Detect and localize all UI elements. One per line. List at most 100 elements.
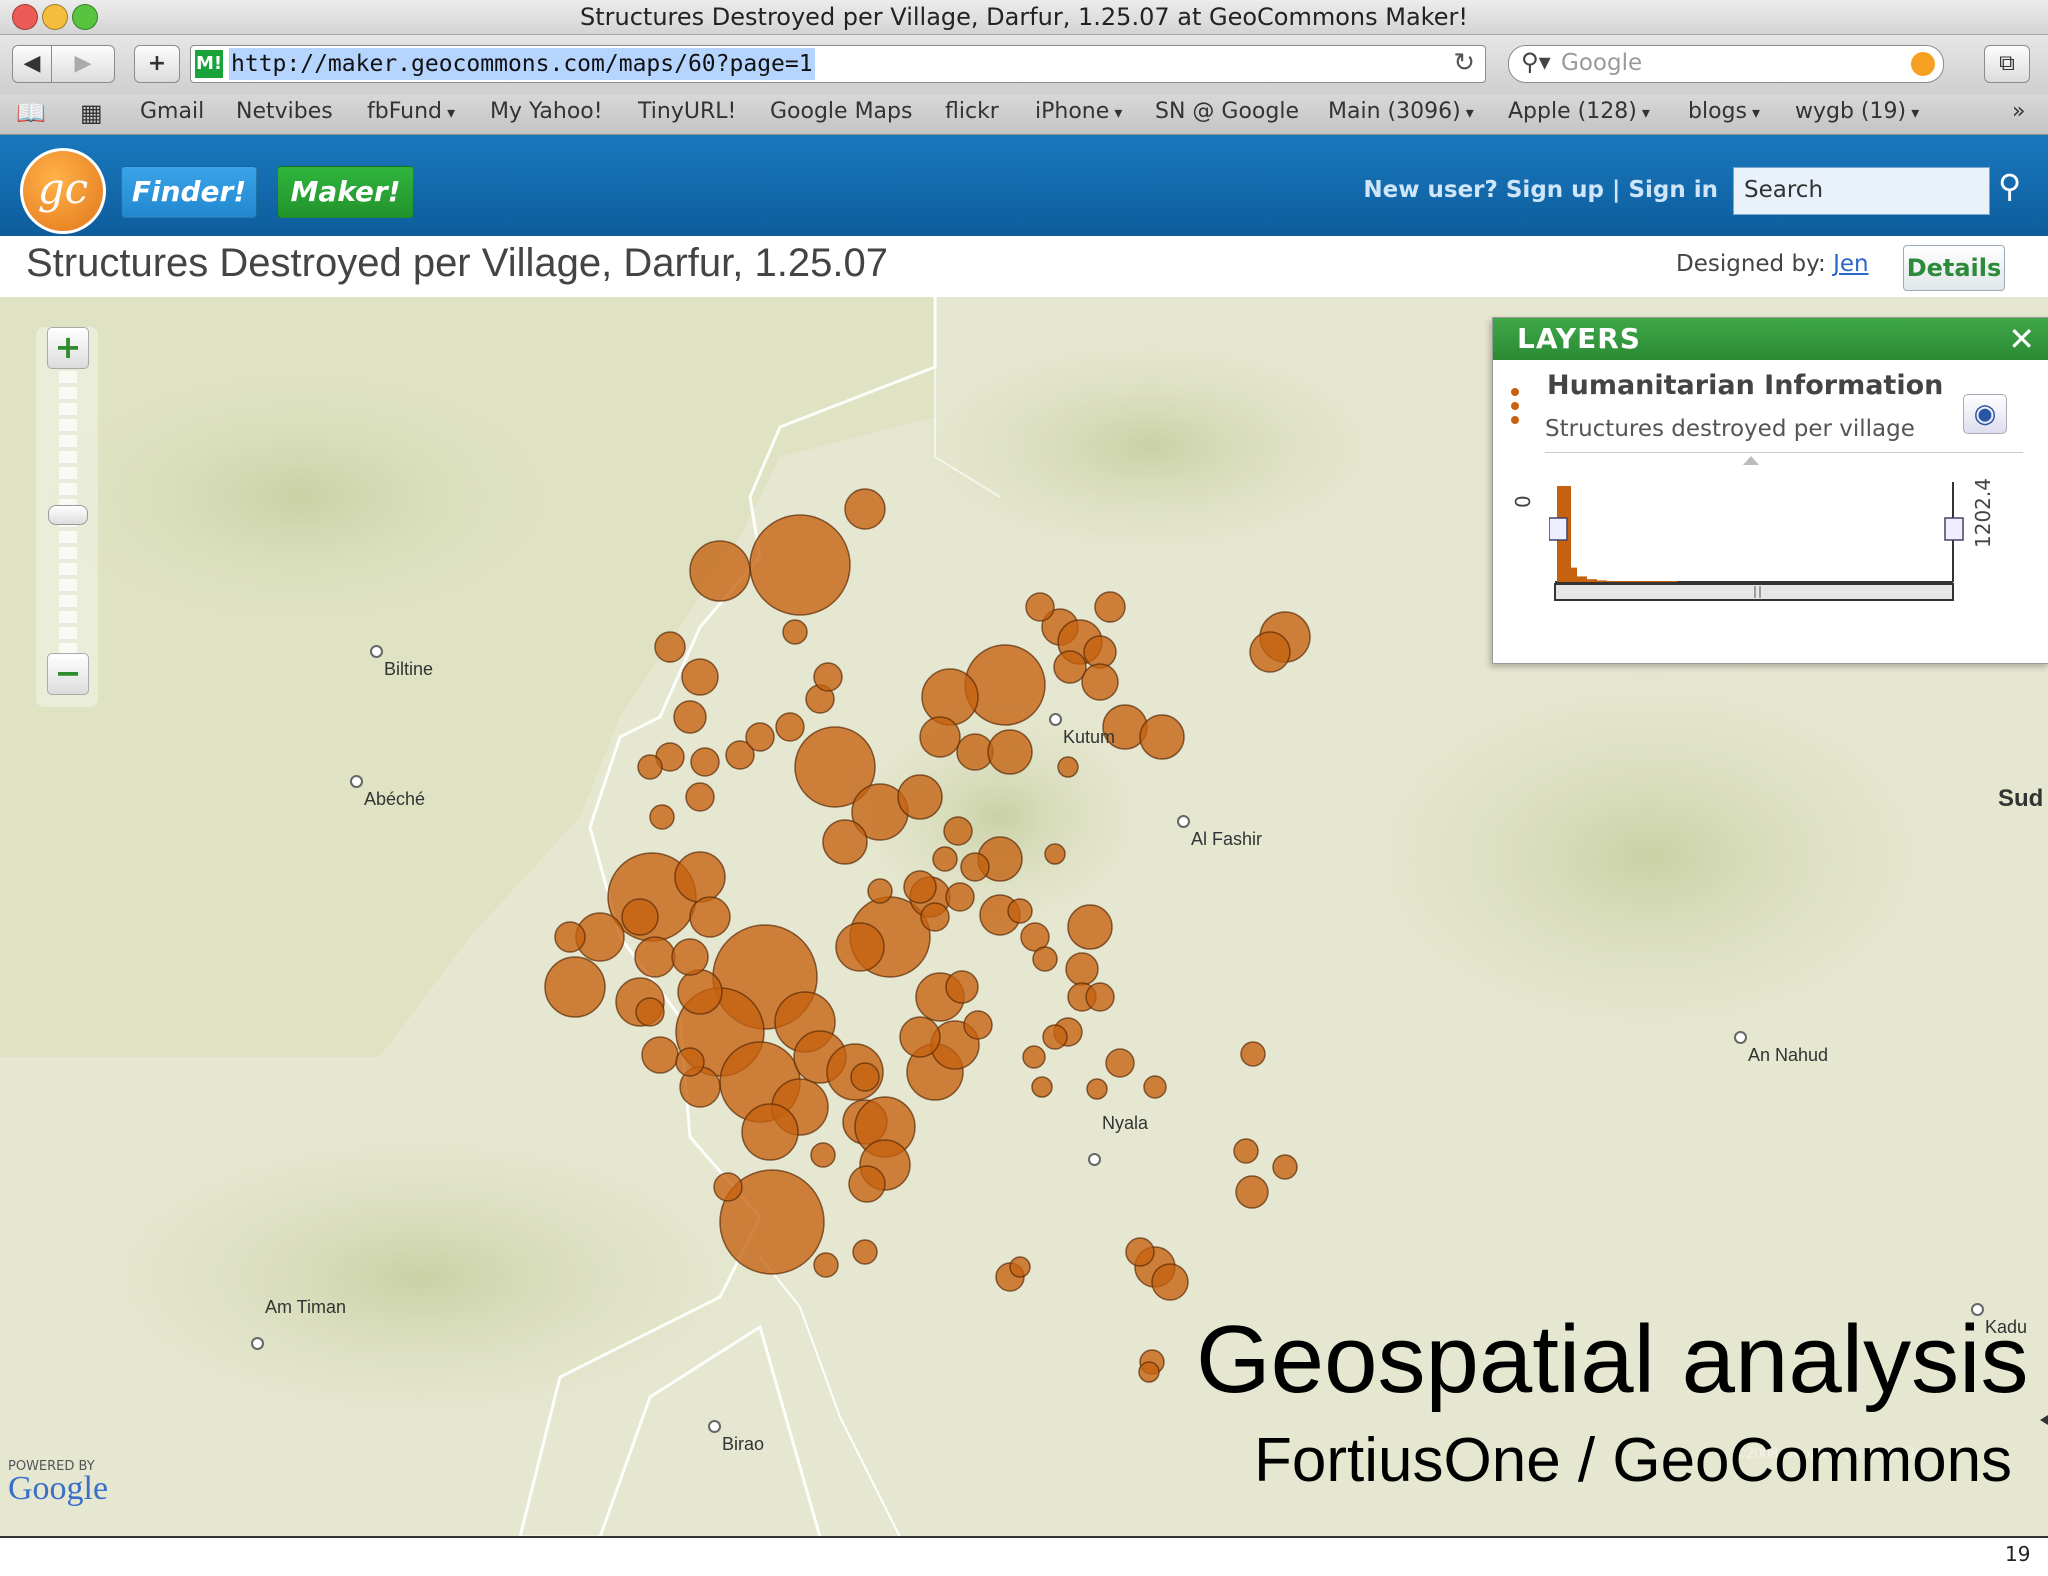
google-attribution[interactable]: POWERED BY Google xyxy=(8,1459,108,1508)
data-bubble[interactable] xyxy=(964,644,1046,726)
bookmarks-overflow-icon[interactable]: » xyxy=(2012,99,2025,124)
sign-up-link[interactable]: New user? Sign up xyxy=(1363,177,1604,203)
forward-button[interactable]: ▶ xyxy=(51,45,115,83)
data-bubble[interactable] xyxy=(1053,650,1087,684)
layer-drag-handle-icon[interactable] xyxy=(1509,386,1521,434)
data-bubble[interactable] xyxy=(1235,1175,1269,1209)
zoom-slider-handle[interactable] xyxy=(48,505,88,525)
top-sites-grid-icon[interactable]: ▦ xyxy=(80,99,103,127)
range-max-handle[interactable] xyxy=(1944,517,1964,541)
data-bubble[interactable] xyxy=(654,631,686,663)
data-bubble[interactable] xyxy=(897,774,943,820)
back-button[interactable]: ◀ xyxy=(12,45,52,83)
zoom-out-button[interactable]: − xyxy=(47,653,89,695)
data-bubble[interactable] xyxy=(681,658,719,696)
data-bubble[interactable] xyxy=(1007,898,1033,924)
data-bubble[interactable] xyxy=(1085,982,1115,1012)
data-bubble[interactable] xyxy=(1022,1045,1046,1069)
data-bubble[interactable] xyxy=(813,662,843,692)
data-bubble[interactable] xyxy=(1125,1237,1155,1267)
data-bubble[interactable] xyxy=(987,729,1033,775)
data-bubble[interactable] xyxy=(1044,843,1066,865)
data-bubble[interactable] xyxy=(741,1103,799,1161)
data-bubble[interactable] xyxy=(1083,635,1117,669)
bookmark-item[interactable]: iPhone ▾ xyxy=(1035,99,1122,124)
bookmark-item[interactable]: TinyURL! xyxy=(638,99,736,124)
data-bubble[interactable] xyxy=(1151,1263,1189,1301)
data-bubble[interactable] xyxy=(899,1016,941,1058)
data-bubble[interactable] xyxy=(1057,756,1079,778)
data-bubble[interactable] xyxy=(675,1047,705,1077)
data-bubble[interactable] xyxy=(822,819,868,865)
data-bubble[interactable] xyxy=(1272,1154,1298,1180)
data-bubble[interactable] xyxy=(689,540,751,602)
bookmark-item[interactable]: flickr xyxy=(945,99,999,124)
maker-button[interactable]: Maker! xyxy=(277,166,414,218)
data-bubble[interactable] xyxy=(1138,1361,1160,1383)
data-bubble[interactable] xyxy=(852,1239,878,1265)
finder-button[interactable]: Finder! xyxy=(121,166,257,218)
reload-icon[interactable]: ↻ xyxy=(1453,48,1475,78)
data-bubble[interactable] xyxy=(1094,591,1126,623)
data-bubble[interactable] xyxy=(960,852,990,882)
bookmark-item[interactable]: Gmail xyxy=(140,99,204,124)
data-bubble[interactable] xyxy=(1067,904,1113,950)
data-bubble[interactable] xyxy=(1032,946,1058,972)
data-bubble[interactable] xyxy=(649,804,675,830)
data-bubble[interactable] xyxy=(844,488,886,530)
data-bubble[interactable] xyxy=(850,1062,880,1092)
data-bubble[interactable] xyxy=(713,1172,743,1202)
data-bubble[interactable] xyxy=(919,716,961,758)
geocommons-logo[interactable]: gc xyxy=(20,148,106,234)
search-icon[interactable]: ⚲ xyxy=(1998,167,2021,205)
designer-link[interactable]: Jen xyxy=(1833,251,1869,277)
snapback-icon[interactable] xyxy=(1911,52,1935,76)
data-bubble[interactable] xyxy=(945,970,979,1004)
data-bubble[interactable] xyxy=(943,816,973,846)
data-bubble[interactable] xyxy=(677,969,723,1015)
sign-in-link[interactable]: Sign in xyxy=(1628,177,1718,203)
address-bar[interactable]: M! http://maker.geocommons.com/maps/60?p… xyxy=(190,45,1486,83)
zoom-in-button[interactable]: + xyxy=(47,327,89,369)
data-bubble[interactable] xyxy=(637,754,663,780)
site-search-input[interactable]: Search xyxy=(1733,167,1990,215)
open-window-button[interactable]: ⧉ xyxy=(1984,45,2030,83)
data-bubble[interactable] xyxy=(782,619,808,645)
data-bubble[interactable] xyxy=(867,878,893,904)
data-bubble[interactable] xyxy=(963,1010,993,1040)
bookmark-item[interactable]: Google Maps xyxy=(770,99,912,124)
data-bubble[interactable] xyxy=(671,938,709,976)
bookmark-item[interactable]: wygb (19) ▾ xyxy=(1795,99,1919,124)
data-bubble[interactable] xyxy=(932,846,958,872)
data-bubble[interactable] xyxy=(1086,1078,1108,1100)
histogram-scrollbar[interactable] xyxy=(1554,583,1954,601)
data-bubble[interactable] xyxy=(690,747,720,777)
bookmarks-book-icon[interactable]: 📖 xyxy=(16,99,46,127)
bookmark-item[interactable]: My Yahoo! xyxy=(490,99,603,124)
data-bubble[interactable] xyxy=(1240,1041,1266,1067)
url-text[interactable]: http://maker.geocommons.com/maps/60?page… xyxy=(229,48,815,80)
data-bubble[interactable] xyxy=(810,1142,836,1168)
data-bubble[interactable] xyxy=(813,1252,839,1278)
data-bubble[interactable] xyxy=(1143,1075,1167,1099)
data-bubble[interactable] xyxy=(1042,1024,1068,1050)
data-bubble[interactable] xyxy=(673,700,707,734)
browser-search-field[interactable]: ⚲▾ Google xyxy=(1508,45,1944,83)
data-bubble[interactable] xyxy=(1025,592,1055,622)
bookmark-item[interactable]: fbFund ▾ xyxy=(367,99,455,124)
data-bubble[interactable] xyxy=(835,922,885,972)
data-bubble[interactable] xyxy=(689,896,731,938)
data-bubble[interactable] xyxy=(1065,952,1099,986)
data-bubble[interactable] xyxy=(1233,1138,1259,1164)
data-bubble[interactable] xyxy=(945,882,975,912)
range-min-handle[interactable] xyxy=(1549,517,1568,541)
data-bubble[interactable] xyxy=(1081,663,1119,701)
data-bubble[interactable] xyxy=(641,1036,679,1074)
data-bubble[interactable] xyxy=(1031,1076,1053,1098)
data-bubble[interactable] xyxy=(848,1165,886,1203)
data-bubble[interactable] xyxy=(635,997,665,1027)
data-bubble[interactable] xyxy=(674,851,726,903)
add-bookmark-button[interactable]: + xyxy=(134,45,180,83)
data-bubble[interactable] xyxy=(775,712,805,742)
bookmark-item[interactable]: blogs ▾ xyxy=(1688,99,1760,124)
